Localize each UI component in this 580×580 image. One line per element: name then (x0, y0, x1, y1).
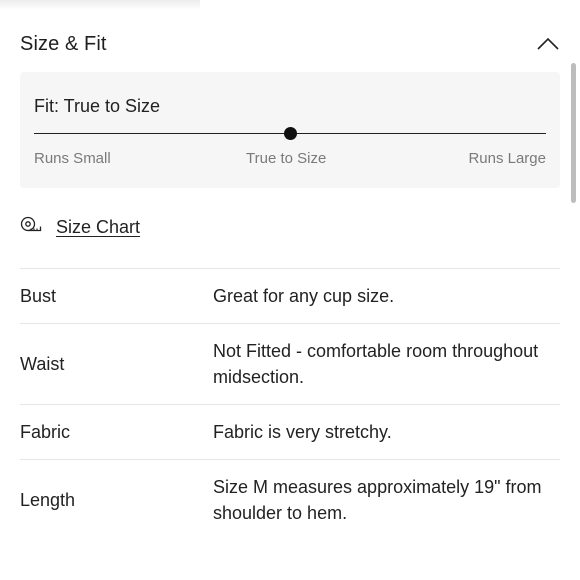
fit-label: Fit: True to Size (34, 96, 161, 116)
fit-scale-true: True to Size (246, 150, 327, 167)
row-label-length: Length (20, 489, 76, 510)
size-chart-link[interactable]: Size Chart (20, 214, 140, 240)
fit-details-table: Bust Great for any cup size. Waist Not F… (20, 268, 560, 540)
top-fade (0, 0, 200, 10)
row-value-bust: Great for any cup size. (213, 286, 395, 306)
row-label-bust: Bust (20, 285, 57, 306)
table-row: Fabric Fabric is very stretchy. (20, 404, 560, 459)
row-value-fabric: Fabric is very stretchy. (213, 422, 392, 442)
size-fit-header[interactable]: Size & Fit (20, 29, 560, 59)
size-chart-label[interactable]: Size Chart (56, 217, 140, 238)
table-row: Bust Great for any cup size. (20, 268, 560, 323)
row-value-length: Size M measures approximately 19" from s… (213, 477, 542, 523)
scrollbar[interactable] (571, 63, 576, 203)
fit-scale-small: Runs Small (34, 150, 111, 167)
chevron-up-icon[interactable] (536, 32, 560, 56)
row-label-waist: Waist (20, 353, 65, 374)
section-title: Size & Fit (20, 32, 107, 55)
fit-scale-panel: Fit: True to Size Runs Small True to Siz… (20, 72, 560, 188)
fit-scale-large: Runs Large (468, 150, 546, 167)
table-row: Waist Not Fitted - comfortable room thro… (20, 323, 560, 404)
table-row: Length Size M measures approximately 19"… (20, 459, 560, 540)
measuring-tape-icon (20, 216, 42, 239)
row-value-waist: Not Fitted - comfortable room throughout… (213, 341, 539, 387)
row-label-fabric: Fabric (20, 421, 71, 442)
fit-indicator (283, 127, 297, 140)
